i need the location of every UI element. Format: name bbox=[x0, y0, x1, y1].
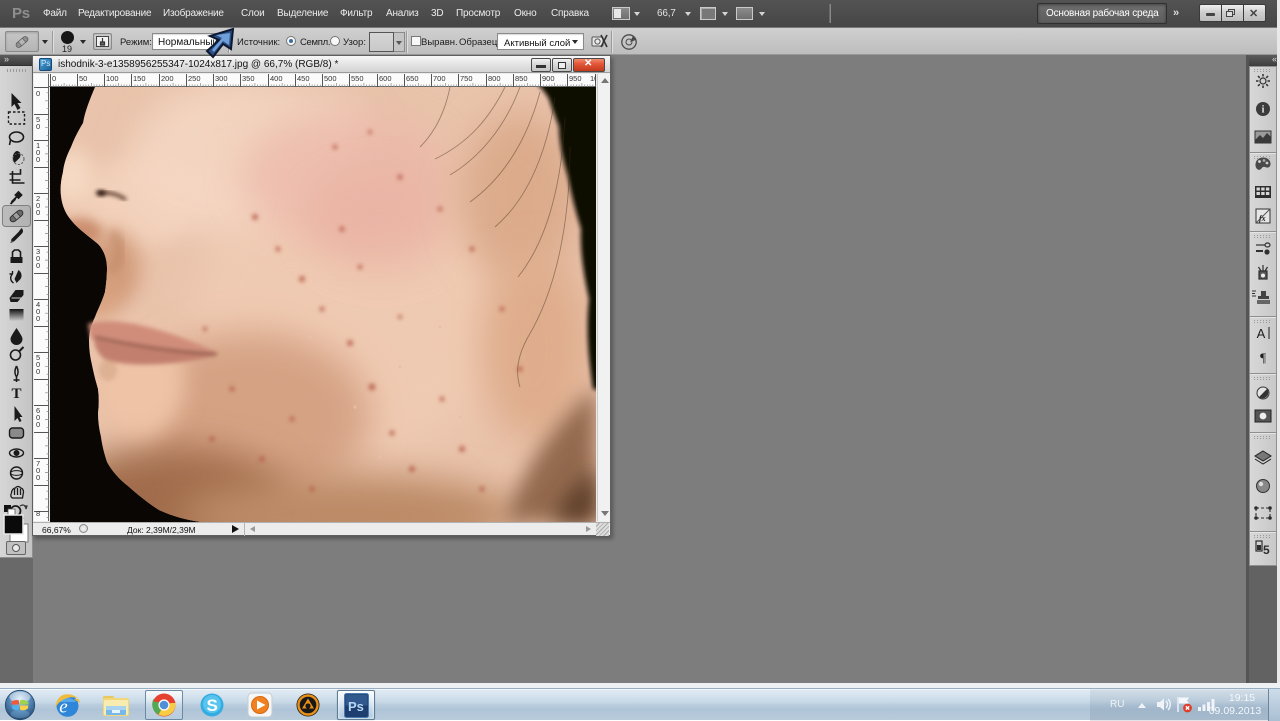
svg-text:500: 500 bbox=[324, 74, 337, 83]
svg-text:0: 0 bbox=[36, 473, 40, 482]
svg-text:fx: fx bbox=[1259, 214, 1266, 223]
svg-text:900: 900 bbox=[542, 74, 555, 83]
svg-text:100: 100 bbox=[106, 74, 119, 83]
svg-text:950: 950 bbox=[569, 74, 582, 83]
svg-text:0: 0 bbox=[36, 314, 40, 323]
svg-text:0: 0 bbox=[36, 367, 40, 376]
svg-text:450: 450 bbox=[297, 74, 310, 83]
svg-text:0: 0 bbox=[36, 89, 40, 98]
svg-text:T: T bbox=[11, 386, 21, 402]
svg-text:0: 0 bbox=[52, 74, 56, 83]
svg-text:650: 650 bbox=[406, 74, 419, 83]
svg-text:8: 8 bbox=[36, 509, 40, 518]
svg-text:300: 300 bbox=[215, 74, 228, 83]
svg-text:Ps: Ps bbox=[348, 699, 364, 714]
svg-text:¶: ¶ bbox=[1260, 350, 1266, 365]
svg-text:600: 600 bbox=[379, 74, 392, 83]
svg-text:i: i bbox=[1262, 105, 1265, 116]
svg-text:A: A bbox=[1257, 326, 1266, 341]
svg-text:850: 850 bbox=[515, 74, 528, 83]
svg-text:0: 0 bbox=[36, 261, 40, 270]
svg-text:150: 150 bbox=[133, 74, 146, 83]
svg-text:400: 400 bbox=[270, 74, 283, 83]
svg-text:0: 0 bbox=[36, 420, 40, 429]
svg-text:5: 5 bbox=[1263, 543, 1270, 557]
svg-text:100: 100 bbox=[590, 74, 596, 83]
svg-text:50: 50 bbox=[79, 74, 87, 83]
svg-text:550: 550 bbox=[351, 74, 364, 83]
svg-text:0: 0 bbox=[36, 155, 40, 164]
svg-text:800: 800 bbox=[488, 74, 501, 83]
svg-text:350: 350 bbox=[242, 74, 255, 83]
svg-text:0: 0 bbox=[36, 122, 40, 131]
svg-text:200: 200 bbox=[161, 74, 174, 83]
svg-text:700: 700 bbox=[433, 74, 446, 83]
svg-text:0: 0 bbox=[36, 208, 40, 217]
svg-text:S: S bbox=[207, 696, 218, 715]
svg-text:250: 250 bbox=[188, 74, 201, 83]
svg-text:750: 750 bbox=[460, 74, 473, 83]
